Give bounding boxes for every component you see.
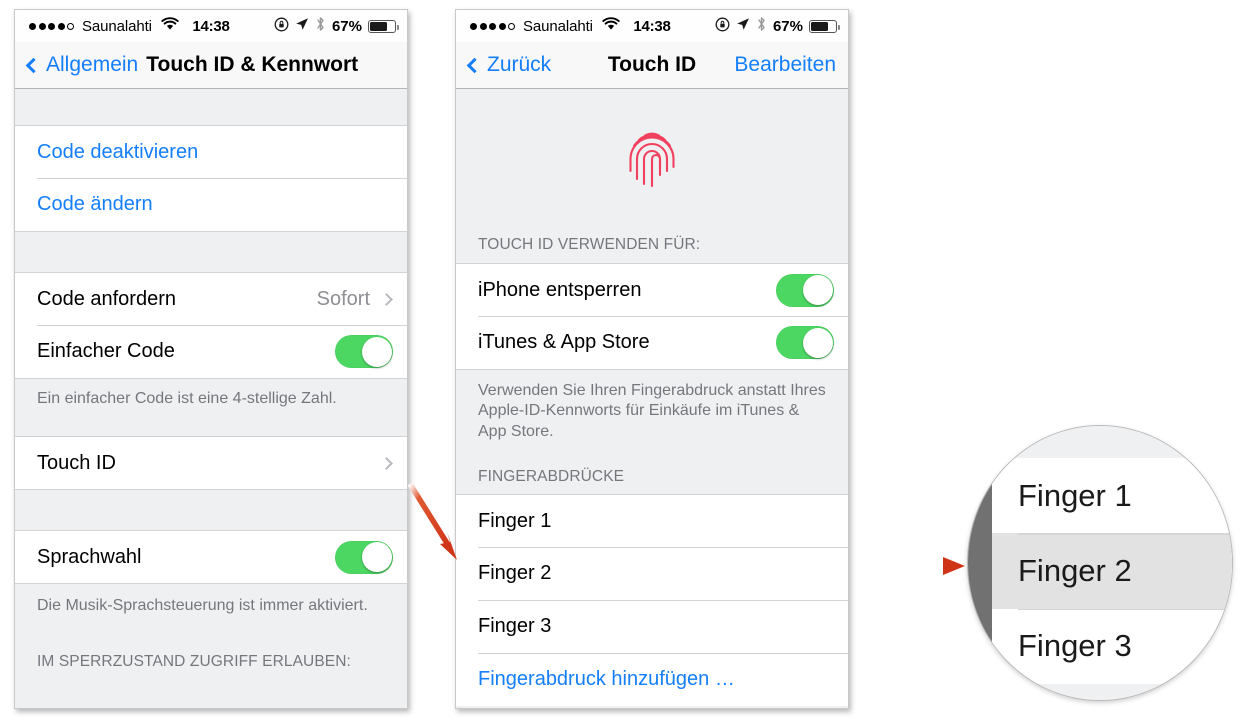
- battery-percent-label: 67%: [772, 17, 803, 35]
- section-header-fingerabdruecke: FINGERABDRÜCKE: [456, 452, 848, 495]
- row-itunes-app-store[interactable]: iTunes & App Store: [456, 316, 848, 369]
- footnote-itunes: Verwenden Sie Ihren Fingerabdruck anstat…: [456, 369, 848, 453]
- group-gap: [15, 231, 407, 272]
- screenshot-stage: Saunalahti 14:38 67% Allgemein Touch ID …: [0, 0, 1252, 723]
- carrier-label: Saunalahti: [82, 17, 152, 35]
- chevron-left-icon: [466, 57, 483, 73]
- toggle-iphone-entsperren[interactable]: [776, 273, 834, 307]
- nav-bar-left: Allgemein Touch ID & Kennwort: [15, 42, 407, 89]
- row-label: Einfacher Code: [37, 340, 175, 362]
- footnote-einfacher-code: Ein einfacher Code ist eine 4-stellige Z…: [15, 378, 407, 436]
- fingerprint-icon: [627, 131, 677, 192]
- back-button-label: Zurück: [487, 53, 552, 76]
- rotation-lock-icon: [274, 17, 289, 36]
- status-bar-indicators: 67%: [715, 16, 840, 36]
- settings-list-right: TOUCH ID VERWENDEN FÜR: iPhone entsperre…: [456, 89, 848, 708]
- row-code-anfordern[interactable]: Code anfordern Sofort: [15, 272, 407, 325]
- page-title-left: Touch ID & Kennwort: [146, 53, 359, 76]
- section-header-use-touch-id: TOUCH ID VERWENDEN FÜR:: [456, 234, 848, 263]
- magnifier-row-finger-3[interactable]: Finger 3: [992, 608, 1232, 684]
- settings-list-left: Code deaktivieren Code ändern Code anfor…: [15, 89, 407, 708]
- row-label: Fingerabdruck hinzufügen …: [478, 668, 735, 691]
- carrier-label: Saunalahti: [523, 17, 593, 35]
- fingerprint-hero: [456, 89, 848, 234]
- back-button-label: Allgemein: [46, 53, 139, 76]
- row-label: Sprachwahl: [37, 545, 142, 568]
- row-label: Code anfordern: [37, 287, 176, 310]
- row-code-deaktivieren[interactable]: Code deaktivieren: [15, 125, 407, 178]
- battery-icon: [368, 19, 399, 33]
- location-arrow-icon: [736, 17, 750, 35]
- row-label: Finger 3: [478, 615, 552, 638]
- chevron-right-icon: [380, 292, 393, 306]
- group-gap: [15, 489, 407, 530]
- row-finger-3[interactable]: Finger 3: [456, 600, 848, 654]
- bluetooth-icon: [315, 16, 326, 36]
- annotation-arrow-right: [847, 557, 965, 575]
- row-label: Code deaktivieren: [37, 140, 199, 163]
- location-arrow-icon: [295, 17, 309, 35]
- row-label: Finger 2: [478, 562, 552, 585]
- row-finger-1[interactable]: Finger 1: [456, 494, 848, 548]
- toggle-sprachwahl[interactable]: [335, 540, 393, 574]
- magnifier-phone-bezel: [968, 426, 992, 700]
- row-code-aendern[interactable]: Code ändern: [15, 178, 407, 231]
- status-bar-carrier-group: Saunalahti: [29, 17, 179, 35]
- battery-percent-label: 67%: [331, 17, 362, 35]
- status-bar-left: Saunalahti 14:38 67%: [15, 10, 407, 42]
- magnifier-bottom-strip: [992, 682, 1232, 700]
- row-fingerabdruck-hinzufuegen[interactable]: Fingerabdruck hinzufügen …: [456, 653, 848, 707]
- row-value: Sofort: [316, 287, 370, 310]
- row-sprachwahl[interactable]: Sprachwahl: [15, 530, 407, 583]
- battery-icon: [809, 19, 840, 33]
- status-bar-carrier-group: Saunalahti: [470, 17, 620, 35]
- row-label: Touch ID: [37, 451, 116, 474]
- chevron-right-icon: [380, 456, 393, 470]
- back-button-allgemein[interactable]: Allgemein: [25, 53, 139, 77]
- rotation-lock-icon: [715, 17, 730, 36]
- row-touch-id[interactable]: Touch ID: [15, 436, 407, 489]
- wifi-icon: [161, 17, 179, 35]
- magnifier-row-finger-2-selected[interactable]: Finger 2: [992, 533, 1232, 609]
- magnifier-row-finger-1[interactable]: Finger 1: [992, 458, 1232, 534]
- back-button-zurueck[interactable]: Zurück: [466, 53, 552, 77]
- phone-screenshot-right: Saunalahti 14:38 67% Zurück Touch ID Bea…: [455, 9, 849, 709]
- nav-bar-right: Zurück Touch ID Bearbeiten: [456, 42, 848, 89]
- signal-strength-dots: [29, 22, 74, 30]
- edit-button[interactable]: Bearbeiten: [734, 53, 836, 77]
- row-label: Finger 1: [478, 509, 552, 532]
- magnifier-top-strip: [992, 426, 1232, 458]
- wifi-icon: [602, 17, 620, 35]
- row-finger-2[interactable]: Finger 2: [456, 547, 848, 601]
- row-label: iTunes & App Store: [478, 331, 650, 353]
- row-label: iPhone entsperren: [478, 278, 642, 301]
- row-iphone-entsperren[interactable]: iPhone entsperren: [456, 263, 848, 316]
- chevron-left-icon: [25, 57, 42, 73]
- row-einfacher-code[interactable]: Einfacher Code: [15, 325, 407, 378]
- group-gap: [15, 89, 407, 125]
- row-label: Code ändern: [37, 193, 153, 215]
- phone-screenshot-left: Saunalahti 14:38 67% Allgemein Touch ID …: [14, 9, 408, 709]
- status-bar-indicators: 67%: [274, 16, 399, 36]
- magnifier-callout: Finger 1 Finger 2 Finger 3: [967, 425, 1233, 701]
- toggle-einfacher-code[interactable]: [335, 335, 393, 368]
- toggle-itunes-app-store[interactable]: [776, 326, 834, 359]
- magnifier-row-list: Finger 1 Finger 2 Finger 3: [992, 458, 1232, 684]
- signal-strength-dots: [470, 22, 515, 30]
- footnote-sprachwahl: Die Musik-Sprachsteuerung ist immer akti…: [15, 583, 407, 627]
- status-bar-right: Saunalahti 14:38 67%: [456, 10, 848, 42]
- section-header-lockscreen: IM SPERRZUSTAND ZUGRIFF ERLAUBEN:: [15, 626, 407, 677]
- bluetooth-icon: [756, 16, 767, 36]
